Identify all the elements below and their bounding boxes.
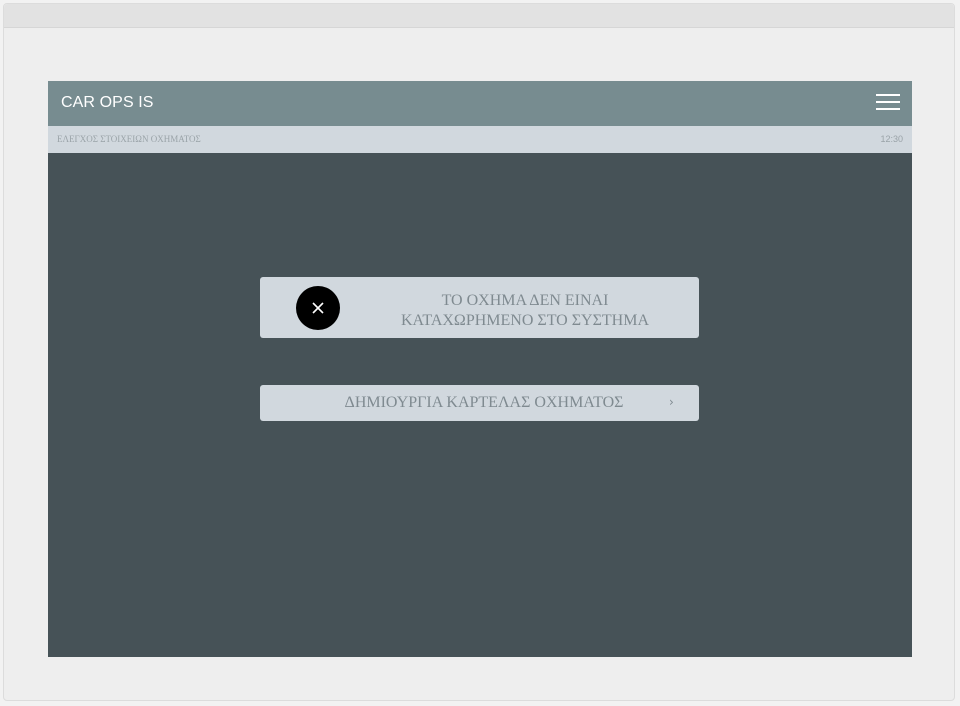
frame-top-bar bbox=[4, 4, 954, 28]
create-vehicle-card-button[interactable]: ΔΗΜΙΟΥΡΓΙΑ ΚΑΡΤΕΛΑΣ ΟΧΗΜΑΤΟΣ › bbox=[260, 385, 699, 421]
app-title: CAR OPS IS bbox=[61, 94, 154, 111]
page-title: ΕΛΕΓΧΟΣ ΣΤΟΙΧΕΙΩΝ ΟΧΗΜΑΤΟΣ bbox=[57, 134, 201, 144]
hamburger-menu-icon[interactable] bbox=[876, 94, 900, 112]
app-header: CAR OPS IS bbox=[48, 81, 912, 126]
chevron-right-icon: › bbox=[669, 395, 674, 409]
subheader-bar: ΕΛΕΓΧΟΣ ΣΤΟΙΧΕΙΩΝ ΟΧΗΜΑΤΟΣ 12:30 bbox=[48, 126, 912, 153]
error-message-text: ΤΟ ΟΧΗΜΑ ΔΕΝ ΕΙΝΑΙ ΚΑΤΑΧΩΡΗΜΕΝΟ ΣΤΟ ΣΥΣΤ… bbox=[370, 291, 680, 331]
close-icon bbox=[296, 286, 340, 330]
error-message-line-1: ΤΟ ΟΧΗΜΑ ΔΕΝ ΕΙΝΑΙ bbox=[441, 292, 609, 309]
create-vehicle-card-label: ΔΗΜΙΟΥΡΓΙΑ ΚΑΡΤΕΛΑΣ ΟΧΗΜΑΤΟΣ bbox=[344, 394, 624, 411]
error-message-line-2: ΚΑΤΑΧΩΡΗΜΕΝΟ ΣΤΟ ΣΥΣΤΗΜΑ bbox=[400, 312, 650, 329]
app-screen: CAR OPS IS ΕΛΕΓΧΟΣ ΣΤΟΙΧΕΙΩΝ ΟΧΗΜΑΤΟΣ 12… bbox=[48, 81, 912, 657]
error-message-box: ΤΟ ΟΧΗΜΑ ΔΕΝ ΕΙΝΑΙ ΚΑΤΑΧΩΡΗΜΕΝΟ ΣΤΟ ΣΥΣΤ… bbox=[260, 277, 699, 338]
clock-time: 12:30 bbox=[880, 134, 903, 144]
